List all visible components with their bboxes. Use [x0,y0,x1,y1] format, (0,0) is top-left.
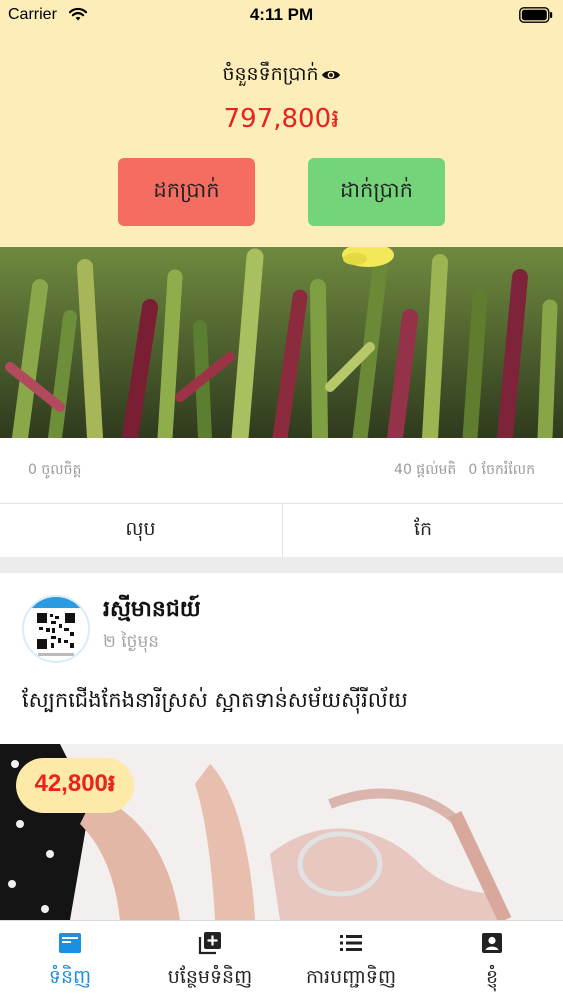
delete-button[interactable]: លុប [0,504,281,557]
profile-icon [482,933,502,953]
tab-bar: ទំនិញ បន្ថែមទំនិញ ការបញ្ជាទិញ ខ្ញុំ [0,920,563,1000]
avatar[interactable] [22,595,90,663]
price-badge: 42,800៛ [16,758,134,813]
succulent-photo [0,247,563,438]
post-author[interactable]: រស្មីមានជយ៍ [103,595,201,627]
post-text: ស្បែកជើងកែងនារីស្រស់ ស្អាតទាន់សម័យស៊ីរីល… [22,688,408,712]
tab-label: បន្ថែមទំនិញ [167,966,253,988]
tab-label: ការបញ្ជាទិញ [305,966,397,988]
wallet-title-row: ចំនួនទឹកប្រាក់ [0,62,563,90]
tab-label: ទំនិញ [48,966,92,988]
tab-add-product[interactable]: បន្ថែមទំនិញ [140,921,280,1000]
post-photo[interactable] [0,247,563,438]
tab-orders[interactable]: ការបញ្ជាទិញ [281,921,421,1000]
tab-label: ខ្ញុំ [485,966,499,988]
withdraw-button[interactable]: ដកប្រាក់ [118,158,255,226]
tab-products[interactable]: ទំនិញ [0,921,140,1000]
battery-icon [519,7,553,23]
list-icon [340,935,362,951]
post-actions: លុប កែ [0,504,563,557]
status-time: 4:11 PM [249,5,314,24]
screen: Carrier 4:11 PM ចំនួនទឹកប្រាក់ 797,800៛ … [0,0,563,1000]
status-bar: Carrier 4:11 PM [0,0,563,30]
my-post-card: 0 ចូលចិត្ត 40 ផ្ដល់មតិ 0 ចែករំលែក លុប កែ [0,247,563,557]
wallet-header: ចំនួនទឹកប្រាក់ 797,800៛ ដកប្រាក់ ដាក់ប្រ… [0,30,563,247]
shares-count: 0 ចែករំលែក [468,462,535,478]
add-box-icon [198,932,221,955]
newspaper-icon [59,933,81,953]
wallet-title: ចំនួនទឹកប្រាក់ [222,63,319,85]
stats-right: 40 ផ្ដល់មតិ 0 ចែករំលែក [394,460,535,481]
qr-code-icon [24,597,88,656]
edit-button[interactable]: កែ [282,504,563,557]
feed-post-card[interactable]: រស្មីមានជយ៍ ២ ថ្ងៃមុន ស្បែកជើងកែងនារីស្រ… [0,573,563,920]
likes-count: 0 ចូលចិត្ត [28,462,82,478]
post-time: ២ ថ្ងៃមុន [103,632,160,652]
tab-me[interactable]: ខ្ញុំ [422,921,562,1000]
post-stats: 0 ចូលចិត្ត 40 ផ្ដល់មតិ 0 ចែករំលែក [0,438,563,504]
eye-icon[interactable] [321,68,341,82]
deposit-button[interactable]: ដាក់ប្រាក់ [308,158,445,226]
messages-count: 40 ផ្ដល់មតិ [394,462,457,478]
wallet-balance: 797,800៛ [223,104,340,134]
